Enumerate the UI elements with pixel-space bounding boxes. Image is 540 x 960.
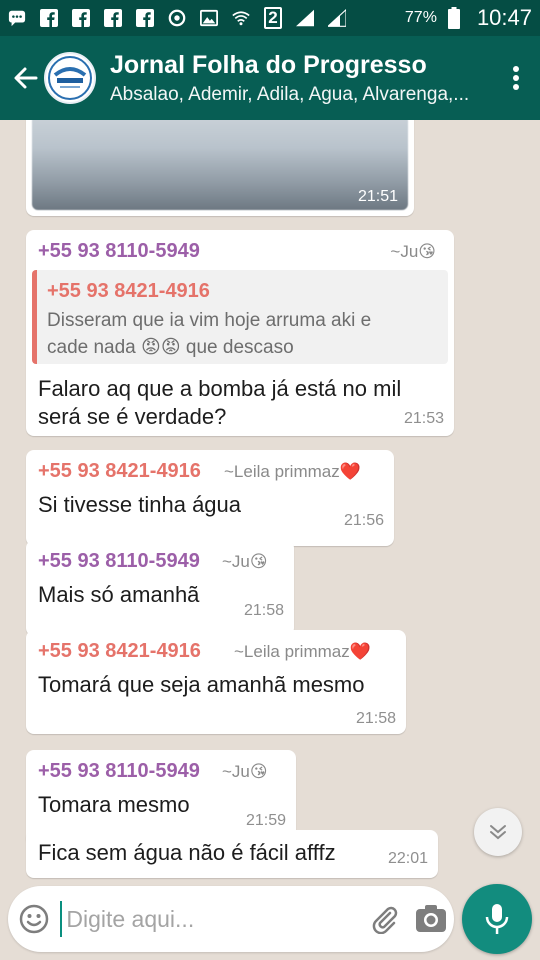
newspaper-logo-icon xyxy=(48,56,92,100)
sender-phone[interactable]: +55 93 8421-4916 xyxy=(38,640,201,663)
voice-message-button[interactable] xyxy=(462,884,532,954)
message-input[interactable] xyxy=(60,901,363,937)
message-time: 21:56 xyxy=(343,512,384,529)
message-text: Si tivesse tinha água xyxy=(38,492,242,517)
facebook-icon xyxy=(40,9,58,27)
group-title: Jornal Folha do Progresso xyxy=(110,50,427,79)
quoted-message[interactable]: +55 93 8421-4916 Disseram que ia vim hoj… xyxy=(32,270,448,364)
scroll-to-bottom-button[interactable] xyxy=(474,808,522,856)
status-bar: 2 77% 10:47 xyxy=(0,0,540,36)
emoji-button[interactable] xyxy=(8,903,60,935)
message-time: 21:58 xyxy=(243,602,284,619)
paperclip-icon xyxy=(372,906,398,934)
smiley-icon xyxy=(19,904,49,934)
sender-alias: ~Ju😘 xyxy=(222,762,268,781)
message-bubble[interactable]: +55 93 8421-4916 ~Leila primmaz❤️ Si tiv… xyxy=(26,450,394,546)
sender-alias: ~Leila primmaz❤️ xyxy=(234,642,371,661)
group-avatar[interactable] xyxy=(44,52,96,104)
message-time: 22:01 xyxy=(387,850,428,867)
message-time: 21:58 xyxy=(355,710,396,727)
microphone-icon xyxy=(485,904,509,934)
attach-button[interactable] xyxy=(362,904,408,934)
facebook-icon xyxy=(104,9,122,27)
message-text: será se é verdade? xyxy=(38,404,227,429)
sender-alias: ~Leila primmaz❤️ xyxy=(224,462,361,481)
message-bubble[interactable]: +55 93 8421-4916 ~Leila primmaz❤️ Tomará… xyxy=(26,630,406,734)
message-text: Mais só amanhã xyxy=(38,582,200,607)
chat-bubble-icon xyxy=(8,9,26,27)
sync-icon xyxy=(168,9,186,27)
arrow-left-icon xyxy=(14,67,38,89)
camera-icon xyxy=(416,905,447,932)
sender-phone[interactable]: +55 93 8110-5949 xyxy=(38,760,200,783)
battery-icon xyxy=(445,7,463,29)
message-text: Falaro aq que a bomba já está no mil xyxy=(38,376,402,401)
chat-header: Jornal Folha do Progresso Absalao, Ademi… xyxy=(0,36,540,120)
facebook-icon xyxy=(136,9,154,27)
sender-alias: ~Ju😘 xyxy=(390,242,436,261)
message-list[interactable]: 21:51 +55 93 8110-5949 ~Ju😘 Falaro aq qu… xyxy=(0,120,540,882)
camera-button[interactable] xyxy=(408,905,454,933)
message-time: 21:53 xyxy=(403,410,444,427)
message-bubble[interactable]: Fica sem água não é fácil afffz 22:01 xyxy=(26,830,438,878)
image-message[interactable]: 21:51 xyxy=(26,120,414,216)
sender-phone[interactable]: +55 93 8110-5949 xyxy=(38,550,200,573)
chevron-double-down-icon xyxy=(490,825,506,840)
quoted-text: cade nada 😡😡 que descaso xyxy=(47,337,294,358)
sim2-icon: 2 xyxy=(264,7,282,29)
message-time: 21:59 xyxy=(245,812,286,829)
message-text: Tomará que seja amanhã mesmo xyxy=(38,672,365,697)
quoted-text: Disseram que ia vim hoje arruma aki e xyxy=(47,310,372,331)
quoted-sender: +55 93 8421-4916 xyxy=(47,280,210,302)
notification-icons: 2 xyxy=(8,7,346,29)
overflow-menu-button[interactable] xyxy=(492,36,540,120)
wifi-icon xyxy=(232,9,250,27)
message-bubble[interactable]: +55 93 8110-5949 ~Ju😘 Mais só amanhã 21:… xyxy=(26,540,294,636)
sender-phone[interactable]: +55 93 8110-5949 xyxy=(38,240,200,263)
sender-alias: ~Ju😘 xyxy=(222,552,268,571)
signal-icon xyxy=(328,8,346,27)
compose-bar xyxy=(8,886,454,952)
clock: 10:47 xyxy=(476,5,532,30)
battery-percent: 77% xyxy=(404,9,437,26)
facebook-icon xyxy=(72,9,90,27)
image-preview[interactable] xyxy=(32,120,408,210)
message-text: Fica sem água não é fácil afffz xyxy=(38,840,336,865)
message-text: Tomara mesmo xyxy=(38,792,190,817)
group-members: Absalao, Ademir, Adila, Agua, Alvarenga,… xyxy=(110,83,470,105)
message-time: 21:51 xyxy=(357,188,398,205)
group-info[interactable]: Jornal Folha do Progresso Absalao, Ademi… xyxy=(110,51,492,106)
signal-icon xyxy=(296,9,314,27)
back-button[interactable] xyxy=(0,36,50,120)
more-vertical-icon xyxy=(513,66,519,90)
sender-phone[interactable]: +55 93 8421-4916 xyxy=(38,460,201,483)
image-icon xyxy=(200,9,218,27)
